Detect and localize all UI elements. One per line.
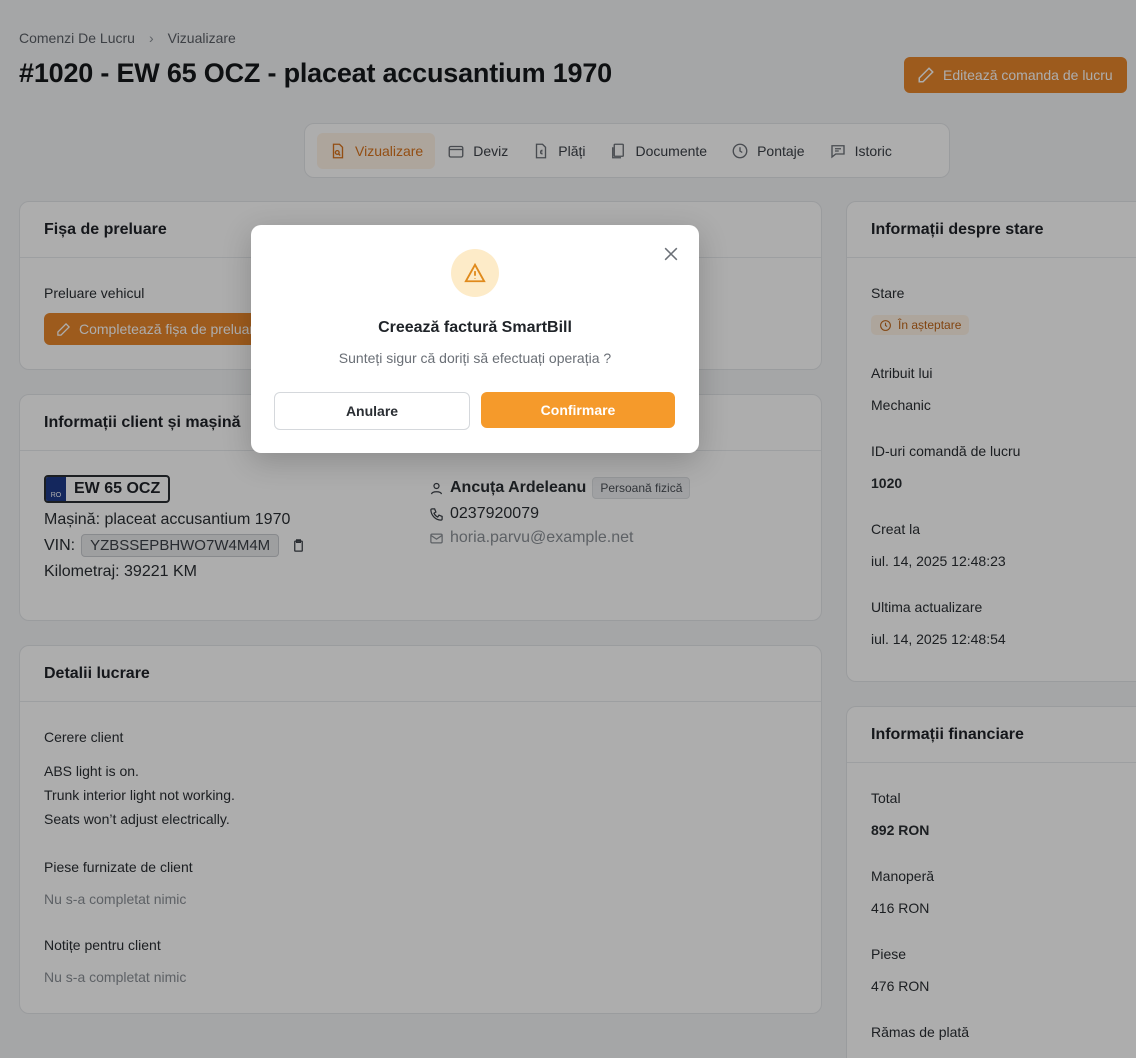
page: Comenzi De Lucru › Vizualizare #1020 - E…	[0, 0, 1136, 1058]
cancel-button[interactable]: Anulare	[274, 392, 470, 430]
confirm-button[interactable]: Confirmare	[481, 392, 675, 428]
close-icon[interactable]	[661, 244, 681, 264]
dialog-title: Creează factură SmartBill	[378, 319, 572, 336]
confirm-dialog: Creează factură SmartBill Sunteți sigur …	[251, 225, 699, 453]
modal-backdrop[interactable]	[0, 0, 1136, 1058]
warning-badge	[451, 249, 499, 297]
dialog-message: Sunteți sigur că doriți să efectuați ope…	[338, 350, 612, 366]
warning-icon	[464, 262, 486, 283]
